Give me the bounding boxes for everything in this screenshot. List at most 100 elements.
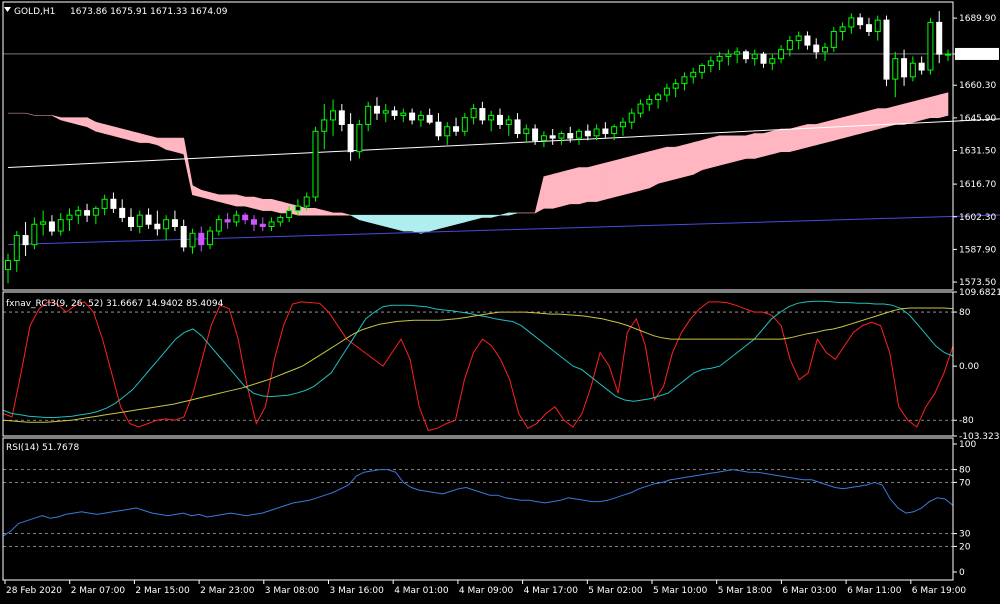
candle-body [242,214,249,221]
ichimoku-cloud-segment [262,198,272,211]
ichimoku-cloud-segment [236,194,246,207]
time-axis-label: 2 Mar 15:00 [135,586,190,596]
ichimoku-cloud-segment [482,214,492,218]
candle-body [707,60,714,66]
candle[interactable] [883,15,890,86]
candle-body [778,49,785,60]
time-axis-label: 28 Feb 2020 [6,586,62,596]
ichimoku-cloud-segment [578,167,589,205]
candle-body [57,219,64,232]
rci-axis-label: 109.6821 [959,288,1000,298]
ichimoku-cloud-segment [438,214,448,230]
ichimoku-cloud-segment [306,208,316,216]
candle[interactable] [927,17,934,75]
candle-body [101,198,108,209]
candle[interactable] [312,126,319,202]
candle-body [927,21,934,71]
candle-body [839,26,846,32]
time-axis-label: 4 Mar 01:00 [394,586,449,596]
candle-body [479,108,486,121]
candle-body [488,114,495,121]
time-axis-label: 6 Mar 03:00 [782,586,837,596]
candle-body [602,128,609,135]
candle-body [347,123,354,153]
candle-body [48,221,55,232]
candle-body [409,112,416,121]
rsi-axis-label: 30 [959,530,971,540]
ichimoku-cloud-segment [411,214,422,234]
price-axis-label: 1602.30 [959,213,996,223]
ichimoku-cloud-segment [561,169,571,207]
price-axis-label: 1631.50 [959,147,996,157]
time-axis-label: 6 Mar 11:00 [847,586,902,596]
candle-body [75,210,82,216]
rci-axis-label: 0.00 [959,362,979,372]
ichimoku-cloud-segment [771,128,782,155]
chart-window[interactable]: GOLD,H1 1673.86 1675.91 1671.33 1674.09 … [0,0,1000,600]
candle-body [751,53,758,60]
candle-body [66,214,73,221]
candle-body [690,71,697,78]
ichimoku-cloud-segment [640,151,650,191]
candle-body [848,17,855,28]
ichimoku-cloud-segment [121,128,132,141]
candle-body [312,130,319,198]
rci-axis-label: -80 [959,416,974,426]
candle-body [742,51,749,60]
candle-body [215,219,222,232]
candle-body [611,126,618,135]
candle-body [945,53,951,56]
candle-body [268,221,275,228]
candle-body [321,119,328,132]
candle-body [795,35,802,42]
price-axis-label: 1587.90 [959,245,996,255]
candle-body [453,126,460,132]
candle-body [444,126,451,137]
candle-body [699,64,706,73]
ichimoku-cloud-segment [859,110,870,134]
candle-body [22,235,29,246]
candle-body [918,62,925,71]
rsi-axis-label: 20 [959,542,971,552]
ichimoku-cloud-segment [684,142,694,178]
ichimoku-cloud-segment [113,126,123,139]
candle-body [883,19,890,80]
ichimoku-cloud-segment [174,137,185,155]
ichimoku-cloud-segment [130,130,141,143]
candle-body [171,219,178,228]
ichimoku-cloud-segment [930,94,940,118]
ichimoku-cloud-segment [227,194,237,207]
chart-canvas[interactable]: GOLD,H1 1673.86 1675.91 1671.33 1674.09 … [0,0,1000,600]
candle-body [523,128,530,135]
ichimoku-cloud-segment [613,158,624,198]
ichimoku-cloud-segment [877,108,887,130]
candle-body [593,128,600,137]
candle-body [382,110,389,114]
ichimoku-cloud-segment [446,214,457,227]
ichimoku-cloud-segment [376,214,387,227]
ichimoku-cloud-segment [666,146,676,182]
rci-axis-label: 80 [959,308,971,318]
rsi-axis-label: 70 [959,478,971,488]
candle-body [567,133,574,139]
time-axis-label: 2 Mar 07:00 [71,586,126,596]
candle-body [286,210,293,218]
price-axis-label: 1616.70 [959,180,996,190]
time-axis-label: 4 Mar 17:00 [524,586,579,596]
candle-body [865,24,872,32]
time-axis-label: 6 Mar 19:00 [912,586,967,596]
candle-body [514,119,521,135]
candle-body [330,110,337,121]
ichimoku-cloud-segment [657,146,668,184]
candle-body [857,17,864,26]
candle-body [198,232,205,246]
candle-body [637,103,644,114]
candle-body [13,235,20,262]
candle-body [892,58,899,80]
ichimoku-cloud-segment [921,96,931,121]
rsi-indicator-title: RSI(14) 51.7678 [6,443,79,453]
candle-body [760,53,767,64]
candle-body [224,219,231,223]
candle-body [365,105,372,125]
candle-body [496,114,503,125]
